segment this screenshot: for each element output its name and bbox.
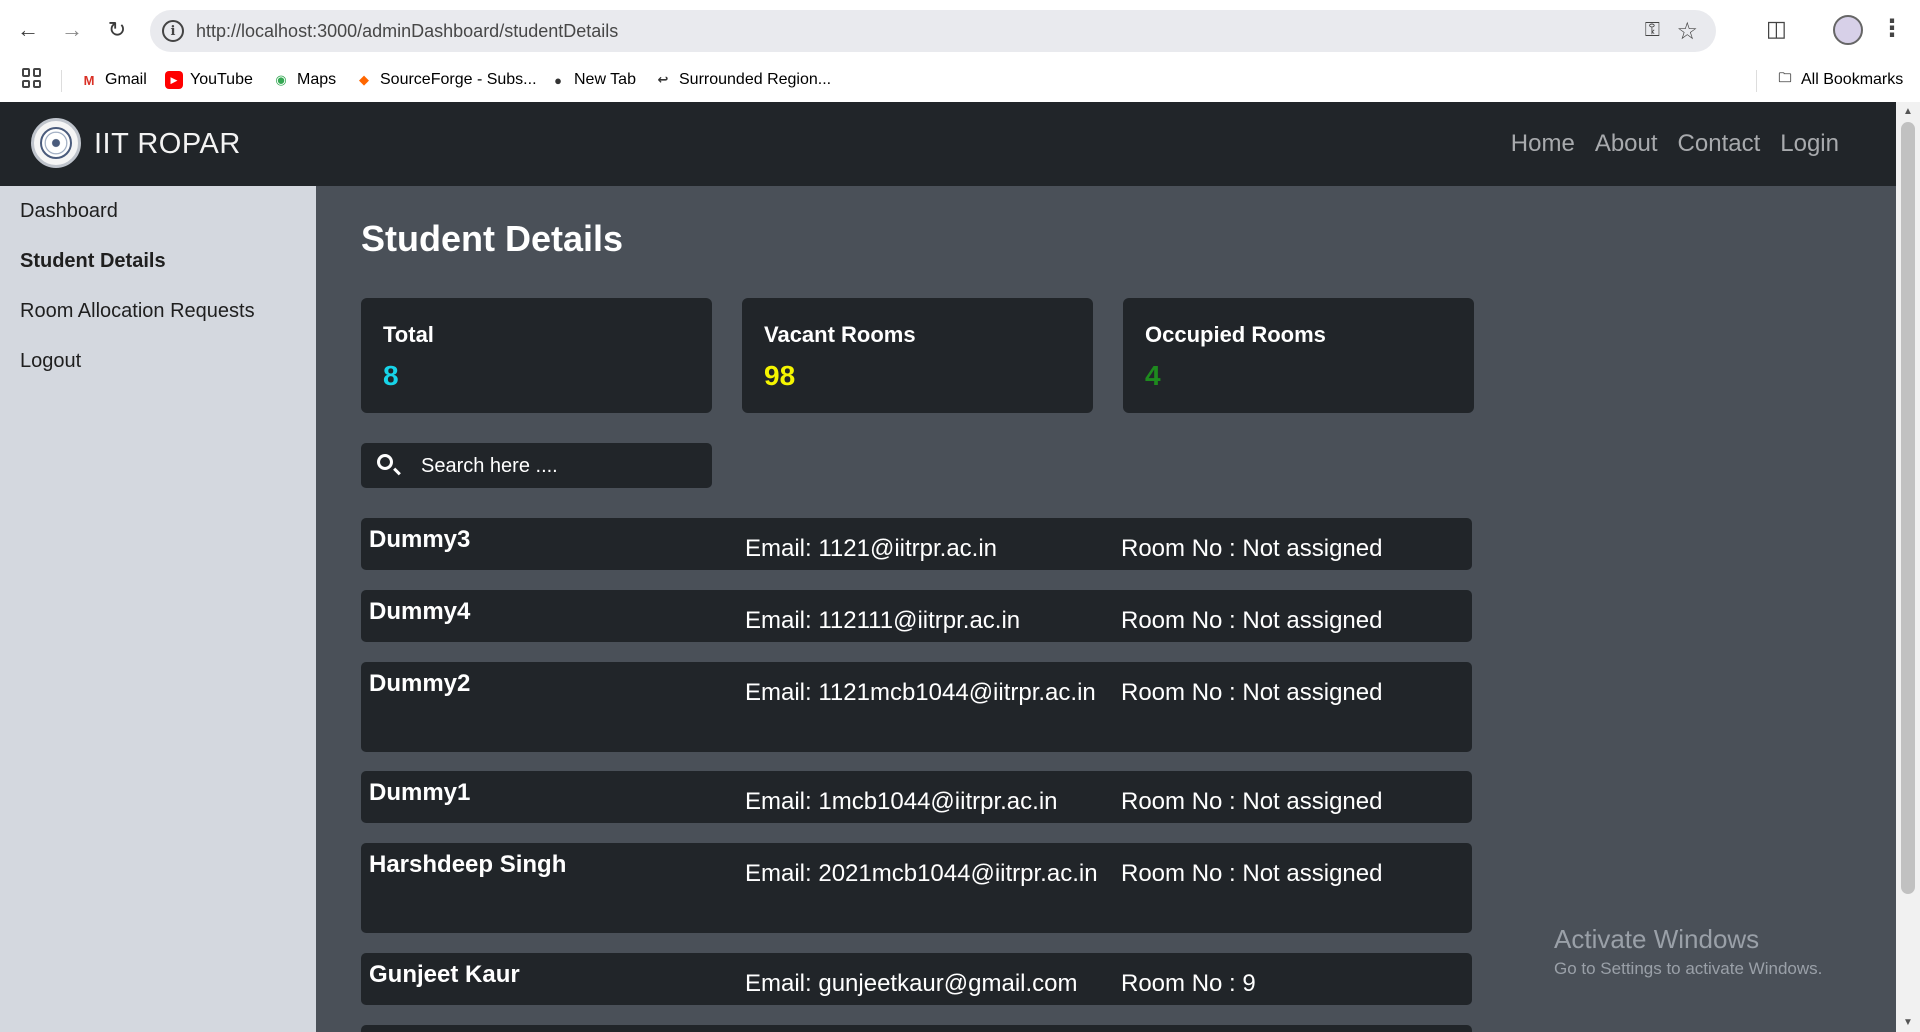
student-row[interactable]: Dummy4 Email: 112111@iitrpr.ac.in Room N… <box>361 590 1472 642</box>
gmail-icon: M <box>83 72 95 88</box>
sidebar-item-room-allocation-requests[interactable]: Room Allocation Requests <box>20 300 255 323</box>
app-navbar: IIT ROPAR Home About Contact Login <box>0 102 1896 186</box>
browser-menu-icon[interactable]: ⋮ <box>1880 14 1904 43</box>
bookmark-leetcode[interactable]: ↩ Surrounded Region... <box>654 68 832 92</box>
stat-card-occupied-rooms: Occupied Rooms 4 <box>1123 298 1474 413</box>
sidebar-item-logout[interactable]: Logout <box>20 350 81 373</box>
bookmark-gmail[interactable]: M Gmail <box>80 68 147 92</box>
student-room: Room No : Not assigned <box>1121 679 1383 706</box>
student-row[interactable] <box>361 1025 1472 1032</box>
stat-label: Vacant Rooms <box>764 322 916 347</box>
maps-icon: ◉ <box>275 72 287 87</box>
student-email: Email: 1121mcb1044@iitrpr.ac.in <box>745 679 1096 706</box>
watermark-title: Activate Windows <box>1554 924 1760 954</box>
bookmark-divider <box>1756 70 1757 92</box>
bookmark-sourceforge[interactable]: ◆ SourceForge - Subs... <box>355 68 537 92</box>
student-room: Room No : Not assigned <box>1121 788 1383 815</box>
scrollbar-thumb[interactable] <box>1901 122 1915 894</box>
bookmark-star-icon[interactable]: ☆ <box>1676 17 1698 46</box>
student-row[interactable]: Dummy3 Email: 1121@iitrpr.ac.in Room No … <box>361 518 1472 570</box>
student-row[interactable]: Harshdeep Singh Email: 2021mcb1044@iitrp… <box>361 843 1472 933</box>
student-email: Email: 1mcb1044@iitrpr.ac.in <box>745 788 1058 815</box>
youtube-icon: ▶ <box>165 71 183 89</box>
globe-icon: ● <box>554 72 562 88</box>
student-room: Room No : Not assigned <box>1121 607 1383 634</box>
student-email: Email: 2021mcb1044@iitrpr.ac.in <box>745 860 1098 887</box>
main-content: Student Details Total 8 Vacant Rooms 98 … <box>316 186 1896 1032</box>
student-email: Email: 112111@iitrpr.ac.in <box>745 607 1021 634</box>
bookmark-label: SourceForge - Subs... <box>380 71 537 88</box>
leetcode-icon: ↩ <box>657 72 669 87</box>
student-email: Email: 1121@iitrpr.ac.in <box>745 535 998 562</box>
nav-links: Home About Contact Login <box>1511 130 1839 158</box>
forward-arrow-icon[interactable]: → <box>56 14 88 46</box>
back-arrow-icon[interactable]: ← <box>12 14 44 46</box>
browser-toolbar: ← → ↻ i http://localhost:3000/adminDashb… <box>0 0 1920 62</box>
stat-value: 4 <box>1145 360 1161 391</box>
stat-label: Total <box>383 322 434 347</box>
all-bookmarks-button[interactable]: 🗀 All Bookmarks <box>1776 68 1903 92</box>
page-title: Student Details <box>361 218 624 259</box>
nav-link-home[interactable]: Home <box>1511 130 1575 158</box>
url-text[interactable]: http://localhost:3000/adminDashboard/stu… <box>196 21 618 42</box>
student-row[interactable]: Dummy1 Email: 1mcb1044@iitrpr.ac.in Room… <box>361 771 1472 823</box>
stat-label: Occupied Rooms <box>1145 322 1326 347</box>
nav-link-login[interactable]: Login <box>1780 130 1839 158</box>
password-key-icon[interactable]: ⚿ <box>1645 19 1660 42</box>
student-row[interactable]: Dummy2 Email: 1121mcb1044@iitrpr.ac.in R… <box>361 662 1472 752</box>
bookmark-youtube[interactable]: ▶ YouTube <box>165 68 253 92</box>
bookmark-maps[interactable]: ◉ Maps <box>272 68 336 92</box>
address-bar[interactable]: i http://localhost:3000/adminDashboard/s… <box>150 10 1716 52</box>
iit-ropar-logo[interactable] <box>31 118 81 168</box>
nav-link-contact[interactable]: Contact <box>1678 130 1761 158</box>
student-name: Dummy1 <box>369 779 471 806</box>
bookmark-label: Surrounded Region... <box>679 71 832 88</box>
sidebar-item-dashboard[interactable]: Dashboard <box>20 200 118 223</box>
bookmark-label: Maps <box>297 71 337 88</box>
extensions-puzzle-icon[interactable]: ◫ <box>1766 16 1792 42</box>
site-info-icon[interactable]: i <box>162 20 184 42</box>
page-scrollbar[interactable]: ▲ ▼ <box>1896 102 1920 1032</box>
search-input[interactable] <box>421 451 701 481</box>
folder-icon: 🗀 <box>1778 70 1792 85</box>
bookmark-label: YouTube <box>190 71 253 88</box>
apps-grid-icon[interactable] <box>22 68 42 88</box>
sidebar-item-student-details[interactable]: Student Details <box>20 250 166 273</box>
student-row[interactable]: Gunjeet Kaur Email: gunjeetkaur@gmail.co… <box>361 953 1472 1005</box>
student-room: Room No : Not assigned <box>1121 860 1383 887</box>
sourceforge-icon: ◆ <box>359 72 369 87</box>
bookmark-label: Gmail <box>105 71 147 88</box>
student-name: Gunjeet Kaur <box>369 961 520 988</box>
watermark-subtitle: Go to Settings to activate Windows. <box>1554 959 1823 978</box>
student-room: Room No : Not assigned <box>1121 535 1383 562</box>
nav-link-about[interactable]: About <box>1595 130 1658 158</box>
bookmark-new-tab[interactable]: ● New Tab <box>549 68 636 92</box>
student-name: Harshdeep Singh <box>369 851 567 878</box>
bookmark-label: New Tab <box>574 71 636 88</box>
profile-avatar[interactable] <box>1833 15 1863 45</box>
stat-card-vacant-rooms: Vacant Rooms 98 <box>742 298 1093 413</box>
student-name: Dummy3 <box>369 526 471 553</box>
stat-card-total: Total 8 <box>361 298 712 413</box>
bookmark-divider <box>61 70 62 92</box>
stat-value: 8 <box>383 360 399 391</box>
activate-windows-watermark: Activate Windows Go to Settings to activ… <box>1554 924 1822 979</box>
scroll-down-arrow-icon[interactable]: ▼ <box>1903 1017 1913 1028</box>
scroll-up-arrow-icon[interactable]: ▲ <box>1903 106 1913 117</box>
student-email: Email: gunjeetkaur@gmail.com <box>745 970 1078 997</box>
all-bookmarks-label: All Bookmarks <box>1801 71 1904 88</box>
student-name: Dummy4 <box>369 598 471 625</box>
student-room: Room No : 9 <box>1121 970 1256 997</box>
brand-title[interactable]: IIT ROPAR <box>94 128 241 161</box>
search-box <box>361 443 712 488</box>
search-icon <box>377 454 393 470</box>
student-name: Dummy2 <box>369 670 471 697</box>
sidebar: Dashboard Student Details Room Allocatio… <box>0 186 316 1032</box>
reload-icon[interactable]: ↻ <box>101 14 133 46</box>
stat-value: 98 <box>764 360 796 391</box>
